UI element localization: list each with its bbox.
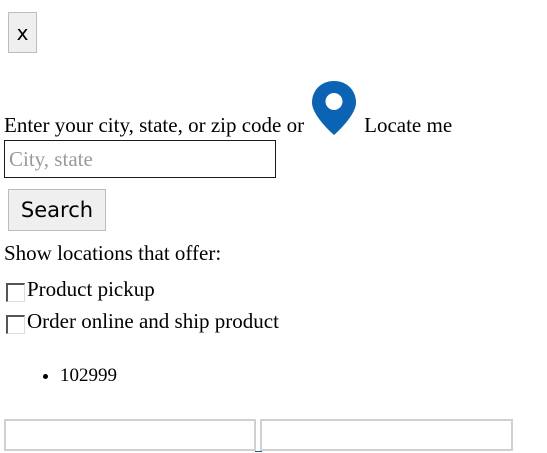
filter-product-pickup: Product pickup bbox=[4, 277, 155, 302]
results-list: 102999 bbox=[0, 366, 117, 385]
locate-me-link[interactable]: Locate me bbox=[364, 115, 452, 136]
product-pickup-checkbox[interactable] bbox=[6, 283, 25, 302]
location-prompt-text: Enter your city, state, or zip code or bbox=[4, 113, 305, 137]
list-item: 102999 bbox=[60, 366, 117, 385]
pager-link[interactable] bbox=[255, 443, 262, 452]
pager-box-left[interactable] bbox=[4, 419, 256, 451]
location-prompt: Enter your city, state, or zip code or L… bbox=[4, 80, 452, 136]
map-pin-icon[interactable] bbox=[310, 80, 358, 136]
close-button[interactable]: x bbox=[8, 12, 37, 53]
filter-heading: Show locations that offer: bbox=[4, 241, 222, 265]
ship-product-checkbox[interactable] bbox=[6, 315, 25, 334]
ship-product-label: Order online and ship product bbox=[27, 309, 279, 333]
pager-box-right[interactable] bbox=[260, 419, 513, 451]
filter-ship-product: Order online and ship product bbox=[4, 309, 279, 334]
product-pickup-label: Product pickup bbox=[27, 277, 155, 301]
search-button[interactable]: Search bbox=[8, 189, 106, 231]
city-state-input[interactable] bbox=[4, 140, 276, 178]
